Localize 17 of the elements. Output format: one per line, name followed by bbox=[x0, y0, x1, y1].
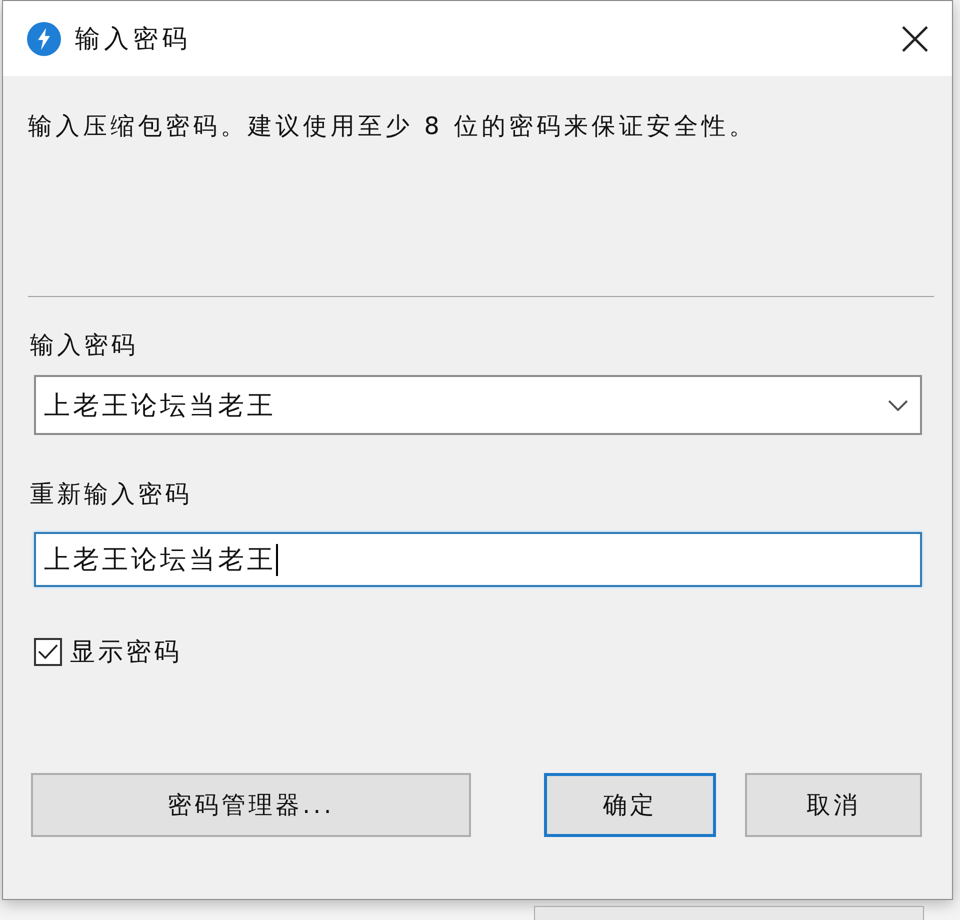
window-title: 输入密码 bbox=[75, 23, 191, 55]
field-label: 重新输入密码 bbox=[30, 479, 193, 510]
dialog-button[interactable]: 确定 bbox=[544, 773, 716, 837]
checkmark-icon bbox=[38, 644, 58, 659]
password-field[interactable]: 上老王论坛当老王 bbox=[34, 532, 922, 587]
dialog-button[interactable]: 密码管理器... bbox=[31, 773, 471, 837]
checkbox[interactable] bbox=[34, 638, 62, 666]
checkbox-label[interactable]: 显示密码 bbox=[70, 635, 182, 668]
close-icon bbox=[902, 26, 928, 52]
dialog-button[interactable]: 取消 bbox=[745, 773, 922, 837]
field-label: 输入密码 bbox=[30, 330, 139, 361]
text-cursor bbox=[276, 544, 278, 576]
password-combobox[interactable]: 上老王论坛当老王 bbox=[34, 375, 922, 435]
lightning-bolt-icon bbox=[27, 22, 61, 56]
chevron-down-icon[interactable] bbox=[888, 400, 908, 410]
description-text: 输入压缩包密码。建议使用至少 8 位的密码来保证安全性。 bbox=[28, 111, 758, 142]
close-button[interactable] bbox=[900, 24, 930, 54]
